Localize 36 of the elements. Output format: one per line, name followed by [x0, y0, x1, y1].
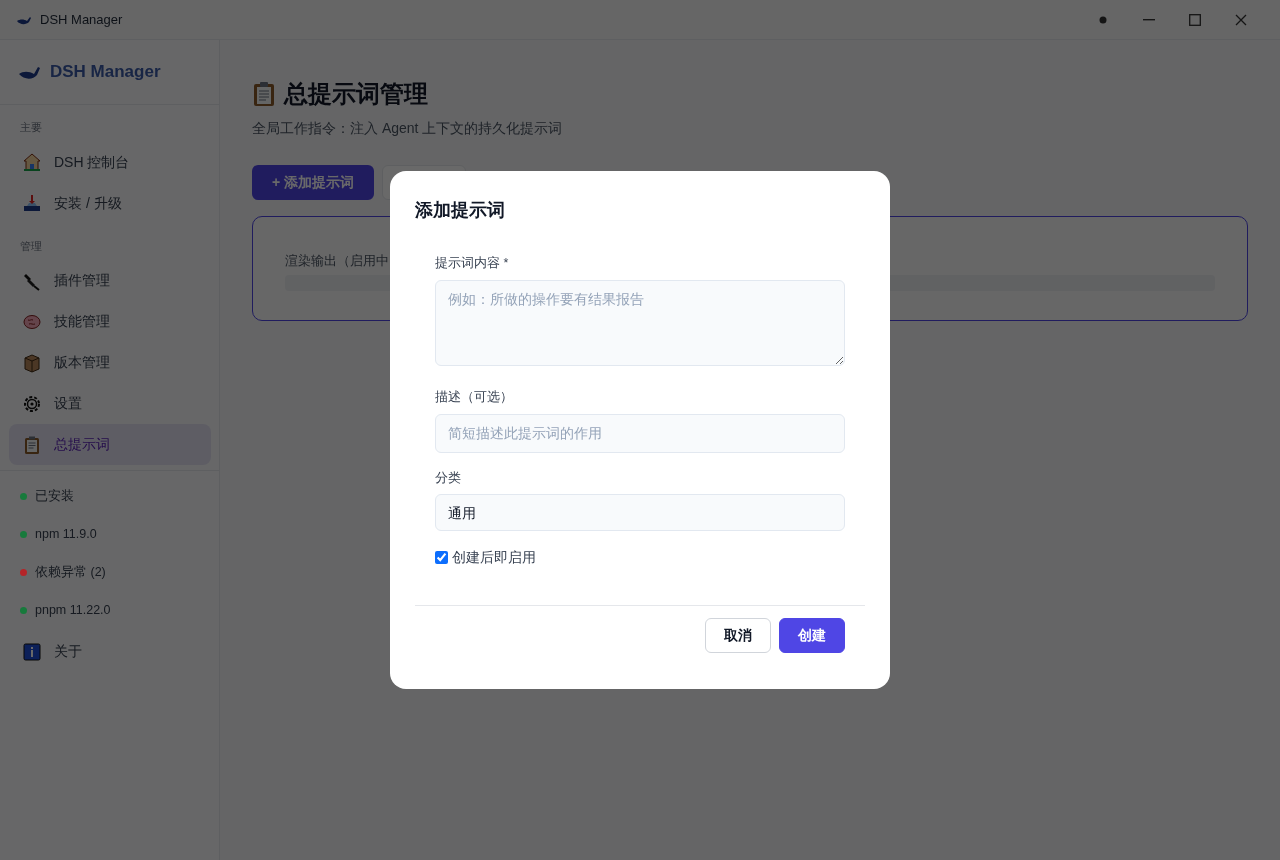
- status-label: 依赖异常 (2): [35, 563, 106, 581]
- sidebar-item[interactable]: 插件管理: [9, 260, 211, 301]
- window-title: DSH Manager: [40, 10, 123, 29]
- tray-icon: [22, 193, 42, 213]
- sidebar-item[interactable]: 关于: [9, 631, 211, 672]
- prompt-textarea[interactable]: 例如：所做的操作要有结果报告: [435, 279, 845, 366]
- checkbox[interactable]: [435, 551, 448, 565]
- create-button[interactable]: 创建: [779, 618, 845, 653]
- field-label: 描述（可选）: [435, 388, 514, 406]
- info-icon: [22, 641, 42, 662]
- home-icon: [22, 152, 42, 172]
- sidebar-item[interactable]: 总提示词: [9, 424, 211, 465]
- sidebar-item[interactable]: 技能管理: [9, 301, 211, 342]
- status-label: 已安装: [35, 487, 74, 505]
- cancel-button[interactable]: 取消: [705, 618, 771, 653]
- status-label: pnpm 11.22.0: [35, 601, 111, 619]
- field-label: 提示词内容 *: [435, 255, 510, 272]
- settings-icon: [22, 393, 42, 414]
- checkbox-label[interactable]: 创建后即启用: [435, 547, 845, 569]
- whale-icon: [18, 64, 42, 80]
- panel-label: 渲染输出（启用中: [285, 253, 389, 270]
- status-label: npm 11.9.0: [35, 525, 97, 543]
- description-field[interactable]: 简短描述此提示词的作用: [435, 413, 845, 453]
- field-label: 分类: [435, 469, 462, 487]
- page-title: 总提示词管理: [284, 79, 428, 109]
- modal-title: 添加提示词: [415, 199, 506, 222]
- clipboard-icon: [252, 81, 276, 107]
- sidebar-item[interactable]: 版本管理: [9, 342, 211, 383]
- box-icon: [22, 352, 42, 373]
- category-select[interactable]: 通用: [435, 494, 845, 532]
- clipboard-icon: [22, 434, 42, 455]
- sidebar-item[interactable]: 安装 / 升级: [9, 182, 211, 224]
- add-prompt-button[interactable]: + 添加提示词: [252, 165, 375, 200]
- sidebar-item[interactable]: 设置: [9, 383, 211, 424]
- app-brand: DSH Manager: [50, 61, 161, 84]
- sidebar-item[interactable]: DSH 控制台: [9, 141, 211, 183]
